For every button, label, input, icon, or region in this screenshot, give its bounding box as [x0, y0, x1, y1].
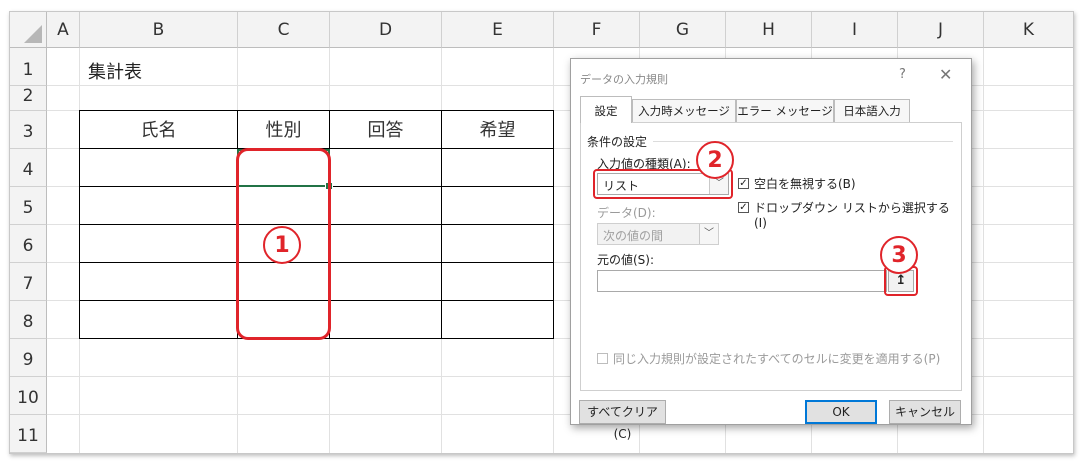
step-badge-3: 3 — [880, 236, 918, 274]
dropdown-label: ドロップダウン リストから選択する(I) — [754, 201, 950, 230]
column-header-c[interactable]: C — [238, 12, 330, 48]
close-icon[interactable]: ✕ — [939, 65, 952, 84]
row-header-11[interactable]: 11 — [10, 415, 47, 453]
chevron-down-icon: ﹀ — [699, 224, 718, 244]
tab-error-message[interactable]: エラー メッセージ — [736, 99, 834, 122]
row-header-5[interactable]: 5 — [10, 187, 47, 225]
row-header-2[interactable]: 2 — [10, 86, 47, 111]
row-header-10[interactable]: 10 — [10, 377, 47, 415]
clear-all-button[interactable]: すべてクリア(C) — [579, 400, 666, 441]
source-label: 元の値(S): — [597, 253, 655, 267]
ok-button[interactable]: OK — [805, 400, 877, 424]
row-header-8[interactable]: 8 — [10, 301, 47, 339]
apply-all-checkbox — [597, 353, 608, 364]
step-badge-2: 2 — [696, 141, 734, 179]
row-header-9[interactable]: 9 — [10, 339, 47, 377]
tab-input-message[interactable]: 入力時メッセージ — [632, 99, 736, 122]
select-all-corner[interactable] — [10, 12, 47, 48]
table-border — [553, 110, 554, 339]
source-input[interactable] — [597, 270, 887, 292]
header-cell-gender[interactable]: 性別 — [238, 112, 329, 150]
column-header-g[interactable]: G — [640, 12, 726, 48]
tab-settings[interactable]: 設定 — [580, 96, 632, 123]
dialog-title: データの入力規則 — [580, 73, 668, 86]
ignore-blank-label: 空白を無視する(B) — [754, 177, 856, 191]
data-label: データ(D): — [597, 206, 656, 220]
group-label: 条件の設定 — [587, 135, 648, 149]
column-header-d[interactable]: D — [330, 12, 442, 48]
column-header-b[interactable]: B — [80, 12, 238, 48]
step-badge-1: 1 — [263, 226, 301, 264]
column-header-a[interactable]: A — [47, 12, 80, 48]
data-select-value: 次の値の間 — [603, 229, 664, 243]
row-header-4[interactable]: 4 — [10, 149, 47, 187]
column-header-e[interactable]: E — [442, 12, 554, 48]
cancel-button[interactable]: キャンセル — [889, 400, 961, 424]
row-header-6[interactable]: 6 — [10, 225, 47, 263]
row-header-1[interactable]: 1 — [10, 48, 47, 86]
data-select: 次の値の間 ﹀ — [597, 223, 719, 245]
column-header-k[interactable]: K — [984, 12, 1073, 48]
group-divider — [653, 141, 953, 142]
help-icon[interactable]: ? — [899, 67, 906, 82]
column-header-j[interactable]: J — [898, 12, 984, 48]
row-header-7[interactable]: 7 — [10, 263, 47, 301]
ignore-blank-checkbox[interactable]: ✓ — [738, 178, 749, 189]
tab-ime[interactable]: 日本語入力 — [834, 99, 910, 122]
row-header-3[interactable]: 3 — [10, 111, 47, 149]
column-header-h[interactable]: H — [726, 12, 812, 48]
column-header-i[interactable]: I — [812, 12, 898, 48]
data-validation-dialog: データの入力規則 ? ✕ 設定 入力時メッセージ エラー メッセージ 日本語入力… — [570, 58, 972, 441]
header-cell-wish[interactable]: 希望 — [442, 112, 553, 150]
column-header-f[interactable]: F — [554, 12, 640, 48]
select-all-triangle-icon — [24, 25, 42, 43]
header-cell-name[interactable]: 氏名 — [80, 112, 237, 150]
gridline — [983, 48, 984, 453]
dropdown-checkbox[interactable]: ✓ — [738, 202, 749, 213]
apply-all-label: 同じ入力規則が設定されたすべてのセルに変更を適用する(P) — [613, 352, 941, 366]
excel-window: A B C D E F G H I J K 1 2 3 4 5 6 7 8 9 … — [9, 11, 1074, 454]
title-cell[interactable]: 集計表 — [88, 58, 142, 84]
table-border — [79, 110, 554, 111]
header-cell-answer[interactable]: 回答 — [330, 112, 441, 150]
